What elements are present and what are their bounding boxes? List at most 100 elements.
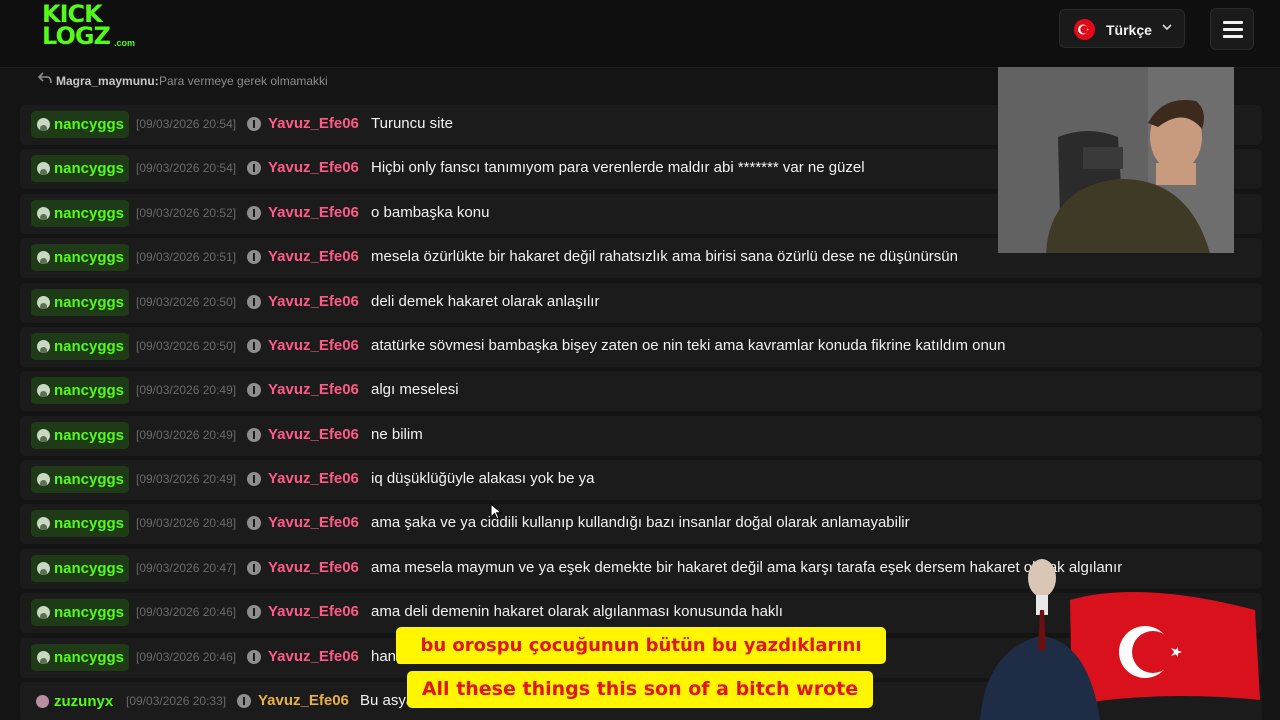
channel-name[interactable]: Yavuz_Efe06 <box>268 115 359 132</box>
username: nancyggs <box>54 205 125 222</box>
timestamp: [09/03/2026 20:54] <box>136 117 237 131</box>
info-icon[interactable] <box>247 161 261 175</box>
username-chip[interactable]: nancyggs <box>31 200 129 227</box>
username-chip[interactable]: nancyggs <box>31 422 129 449</box>
flag-portrait-overlay <box>980 559 1260 720</box>
username-chip[interactable]: nancyggs <box>31 466 129 493</box>
subtitle-line-turkish: bu orospu çocuğunun bütün bu yazdıkların… <box>396 627 886 664</box>
username-chip[interactable]: nancyggs <box>31 644 129 671</box>
channel-name[interactable]: Yavuz_Efe06 <box>268 470 359 487</box>
channel-name[interactable]: Yavuz_Efe06 <box>258 692 349 709</box>
username: nancyggs <box>54 515 125 532</box>
channel-name[interactable]: Yavuz_Efe06 <box>268 426 359 443</box>
chat-row: nancyggs [09/03/2026 20:49] Yavuz_Efe06 … <box>20 460 1262 500</box>
avatar <box>37 384 50 397</box>
username: nancyggs <box>54 382 125 399</box>
channel-name[interactable]: Yavuz_Efe06 <box>268 159 359 176</box>
message-text: ne bilim <box>371 426 423 443</box>
username-chip[interactable]: nancyggs <box>31 510 129 537</box>
chat-row: nancyggs [09/03/2026 20:50] Yavuz_Efe06 … <box>20 283 1262 323</box>
info-icon[interactable] <box>247 605 261 619</box>
top-header: KICK LOGZ .com Türkçe <box>0 0 1280 68</box>
timestamp: [09/03/2026 20:51] <box>136 250 237 264</box>
timestamp: [09/03/2026 20:46] <box>136 605 237 619</box>
username-chip[interactable]: nancyggs <box>31 111 129 138</box>
timestamp: [09/03/2026 20:54] <box>136 161 237 175</box>
timestamp: [09/03/2026 20:33] <box>126 694 227 708</box>
reply-username[interactable]: Magra_maymunu: <box>56 74 159 88</box>
menu-bar-middle <box>1223 28 1243 31</box>
username-chip[interactable]: nancyggs <box>31 599 129 626</box>
info-icon[interactable] <box>247 650 261 664</box>
message-text: ama şaka ve ya ciddili kullanıp kullandı… <box>371 514 910 531</box>
username: nancyggs <box>54 427 125 444</box>
info-icon[interactable] <box>247 561 261 575</box>
info-icon[interactable] <box>247 295 261 309</box>
info-icon[interactable] <box>237 694 251 708</box>
channel-name[interactable]: Yavuz_Efe06 <box>268 514 359 531</box>
username-chip[interactable]: nancyggs <box>31 555 129 582</box>
avatar <box>37 340 50 353</box>
channel-name[interactable]: Yavuz_Efe06 <box>268 648 359 665</box>
username-chip[interactable]: nancyggs <box>31 244 129 271</box>
channel-name[interactable]: Yavuz_Efe06 <box>268 603 359 620</box>
username: nancyggs <box>54 294 125 311</box>
avatar <box>37 606 50 619</box>
info-icon[interactable] <box>247 206 261 220</box>
info-icon[interactable] <box>247 383 261 397</box>
username: nancyggs <box>54 116 125 133</box>
channel-name[interactable]: Yavuz_Efe06 <box>268 293 359 310</box>
webcam-overlay <box>998 67 1234 253</box>
language-label: Türkçe <box>1106 22 1152 38</box>
kicklogz-logo[interactable]: KICK LOGZ .com <box>42 2 138 52</box>
subtitle-line-english: All these things this son of a bitch wro… <box>407 671 873 708</box>
channel-name[interactable]: Yavuz_Efe06 <box>268 204 359 221</box>
username-chip[interactable]: nancyggs <box>31 289 129 316</box>
username-chip[interactable]: nancyggs <box>31 155 129 182</box>
username: nancyggs <box>54 338 125 355</box>
message-text: deli demek hakaret olarak anlaşılır <box>371 293 600 310</box>
chat-row: nancyggs [09/03/2026 20:49] Yavuz_Efe06 … <box>20 416 1262 456</box>
timestamp: [09/03/2026 20:50] <box>136 295 237 309</box>
timestamp: [09/03/2026 20:47] <box>136 561 237 575</box>
message-text: iq düşüklüğüyle alakası yok be ya <box>371 470 595 487</box>
username: nancyggs <box>54 604 125 621</box>
username[interactable]: zuzunyx <box>54 693 113 710</box>
avatar <box>37 207 50 220</box>
timestamp: [09/03/2026 20:50] <box>136 339 237 353</box>
info-icon[interactable] <box>247 428 261 442</box>
chat-row: nancyggs [09/03/2026 20:48] Yavuz_Efe06 … <box>20 504 1262 544</box>
timestamp: [09/03/2026 20:49] <box>136 383 237 397</box>
language-select[interactable]: Türkçe <box>1059 9 1185 48</box>
timestamp: [09/03/2026 20:46] <box>136 650 237 664</box>
info-icon[interactable] <box>247 117 261 131</box>
info-icon[interactable] <box>247 250 261 264</box>
channel-name[interactable]: Yavuz_Efe06 <box>268 559 359 576</box>
turkey-flag-icon <box>1074 19 1095 40</box>
info-icon[interactable] <box>247 472 261 486</box>
username: nancyggs <box>54 560 125 577</box>
avatar <box>37 251 50 264</box>
avatar <box>37 162 50 175</box>
username-chip[interactable]: nancyggs <box>31 377 129 404</box>
channel-name[interactable]: Yavuz_Efe06 <box>268 337 359 354</box>
username-chip[interactable]: nancyggs <box>31 333 129 360</box>
timestamp: [09/03/2026 20:49] <box>136 472 237 486</box>
chat-row: nancyggs [09/03/2026 20:50] Yavuz_Efe06 … <box>20 327 1262 367</box>
avatar <box>37 296 50 309</box>
hamburger-menu-button[interactable] <box>1210 8 1254 50</box>
username: nancyggs <box>54 249 125 266</box>
streamer-silhouette <box>998 67 1234 253</box>
message-text: algı meselesi <box>371 381 459 398</box>
message-text: o bambaşka konu <box>371 204 490 221</box>
info-icon[interactable] <box>247 516 261 530</box>
channel-name[interactable]: Yavuz_Efe06 <box>268 248 359 265</box>
avatar <box>37 429 50 442</box>
info-icon[interactable] <box>247 339 261 353</box>
channel-name[interactable]: Yavuz_Efe06 <box>268 381 359 398</box>
avatar <box>36 695 49 708</box>
mouse-cursor-icon <box>490 503 503 520</box>
message-text: mesela özürlükte bir hakaret değil rahat… <box>371 248 958 265</box>
menu-bar-top <box>1223 21 1243 24</box>
logo-domain: .com <box>114 38 136 48</box>
